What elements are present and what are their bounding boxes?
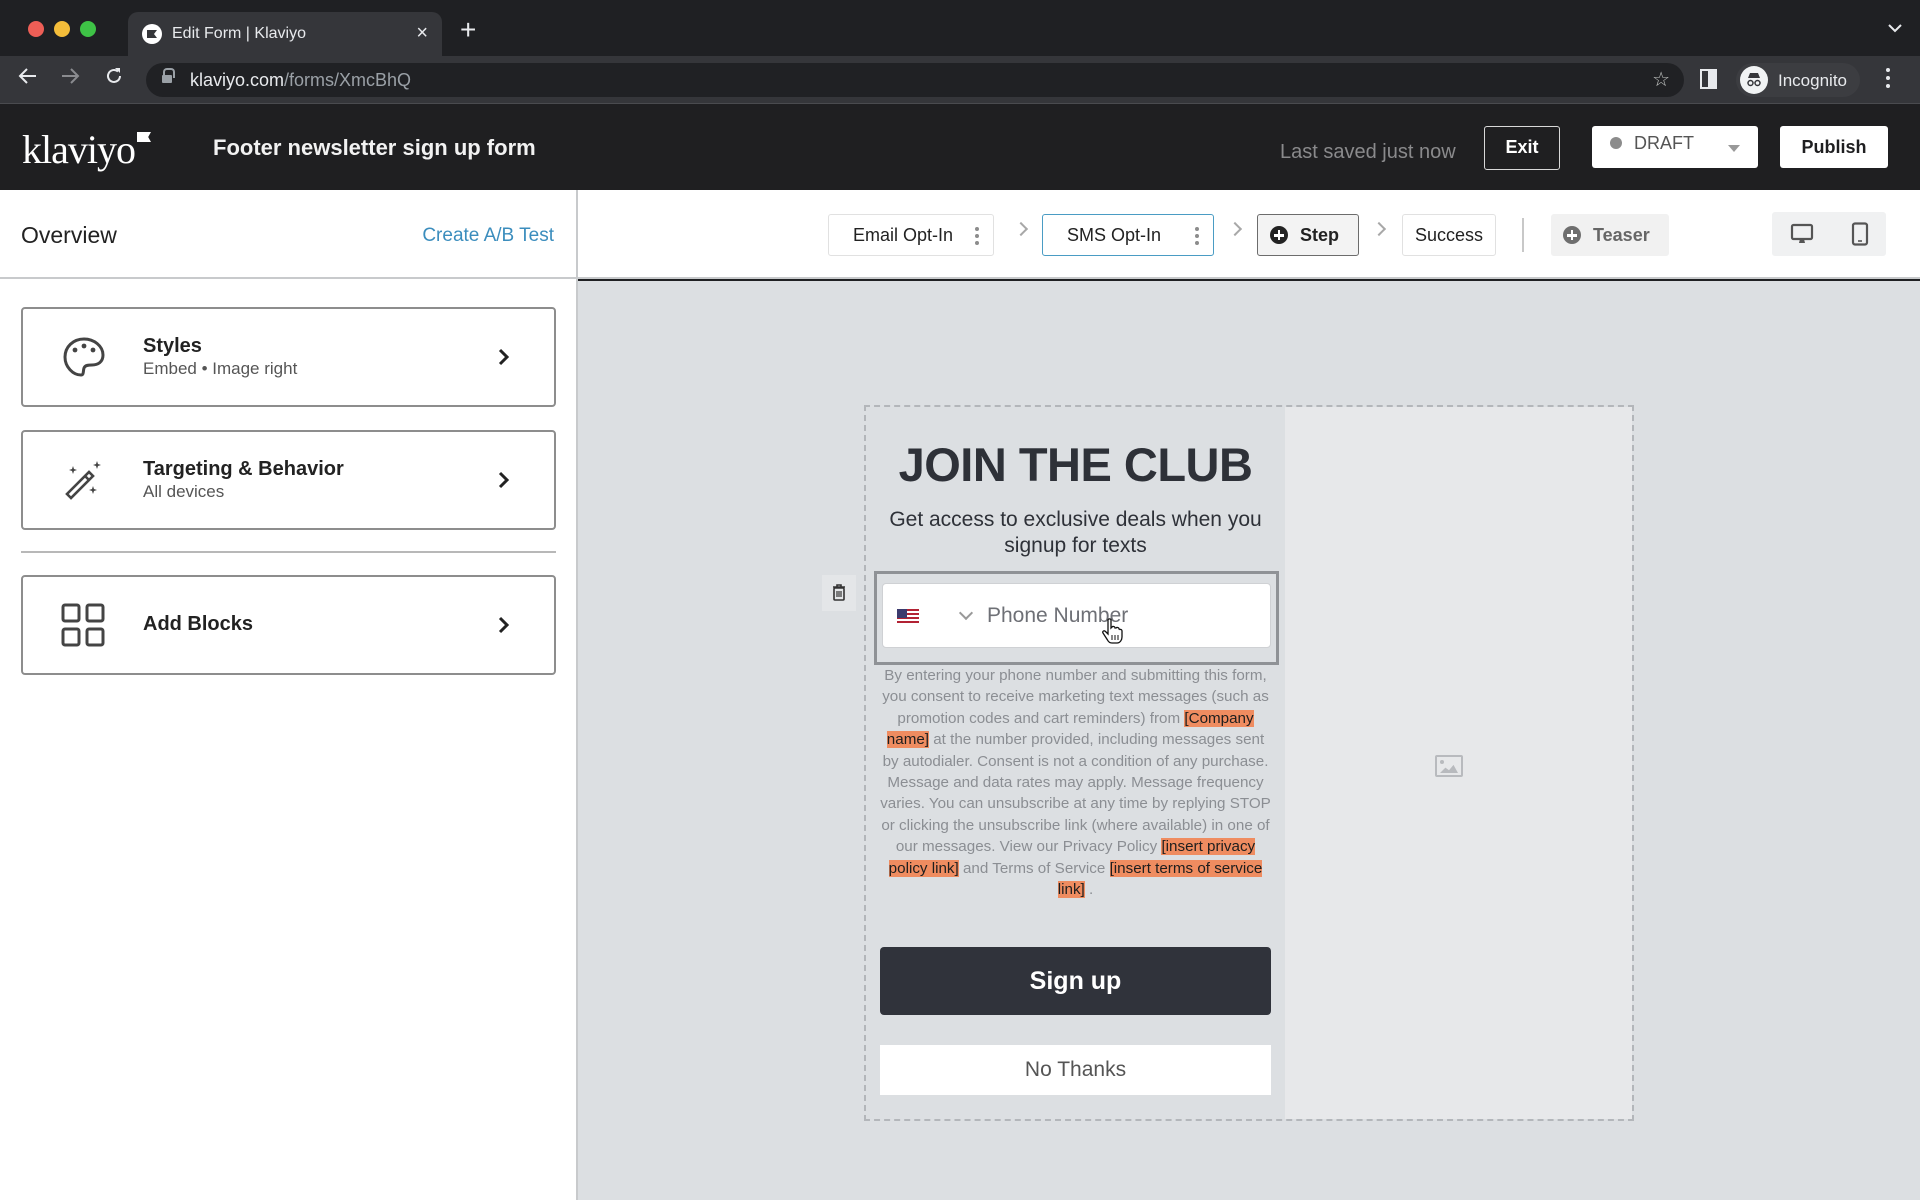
window-minimize-button[interactable] (54, 21, 70, 37)
step-arrow-icon (1013, 221, 1029, 237)
logo-text: klaviyo (22, 127, 136, 172)
step-label: SMS Opt-In (1067, 225, 1162, 245)
publish-button[interactable]: Publish (1780, 126, 1888, 168)
sidebar-divider (21, 551, 556, 553)
incognito-icon (1740, 66, 1768, 94)
plus-circle-icon (1563, 226, 1581, 244)
styles-card-title: Styles (143, 335, 202, 357)
targeting-behavior-card[interactable]: Targeting & Behavior All devices (21, 430, 556, 530)
us-flag-icon (897, 609, 919, 625)
klaviyo-logo[interactable]: klaviyo (22, 126, 151, 173)
step-success[interactable]: Success (1402, 214, 1496, 256)
status-value: DRAFT (1634, 133, 1694, 153)
toolbar-separator (1522, 218, 1524, 252)
bookmark-star-icon[interactable]: ☆ (1652, 67, 1670, 92)
teaser-label: Teaser (1593, 225, 1650, 245)
form-preview-frame: JOIN THE CLUB Get access to exclusive de… (822, 405, 1634, 1121)
palette-icon (63, 337, 105, 377)
tab-close-icon[interactable]: × (416, 22, 428, 45)
forward-arrow-icon[interactable] (60, 66, 80, 92)
styles-card-subtitle: Embed • Image right (143, 359, 298, 378)
form-headline[interactable]: JOIN THE CLUB (866, 437, 1285, 492)
exit-button[interactable]: Exit (1484, 126, 1560, 170)
url-path: /forms/XmcBhQ (284, 70, 412, 90)
new-tab-button[interactable]: + (460, 14, 476, 46)
targeting-card-subtitle: All devices (143, 482, 225, 501)
consent-text-part: and Terms of Service (958, 859, 1110, 877)
step-email-opt-in[interactable]: Email Opt-In (828, 214, 994, 256)
incognito-profile-button[interactable]: Incognito (1736, 63, 1860, 97)
sidebar: Overview Create A/B Test Styles Embed • … (0, 190, 578, 1200)
chevron-right-icon (498, 348, 510, 366)
styles-card[interactable]: Styles Embed • Image right (21, 307, 556, 407)
add-step-button[interactable]: Step (1257, 214, 1359, 256)
form-canvas: JOIN THE CLUB Get access to exclusive de… (578, 281, 1920, 1200)
sms-consent-text[interactable]: By entering your phone number and submit… (880, 665, 1271, 900)
step-label: Success (1414, 225, 1484, 245)
incognito-label: Incognito (1778, 71, 1847, 90)
side-panel-icon[interactable] (1700, 69, 1717, 89)
form-title[interactable]: Footer newsletter sign up form (213, 135, 536, 161)
add-step-label: Step (1300, 225, 1340, 245)
country-chevron-down-icon[interactable] (958, 605, 974, 621)
status-dot-icon (1610, 137, 1622, 149)
status-dropdown[interactable]: DRAFT (1592, 126, 1758, 168)
logo-flag-icon (136, 132, 151, 142)
browser-toolbar: klaviyo.com/forms/XmcBhQ ☆ Incognito (0, 56, 1920, 104)
step-label: Email Opt-In (853, 225, 954, 245)
back-arrow-icon[interactable] (18, 66, 38, 92)
sign-up-button[interactable]: Sign up (880, 947, 1271, 1015)
window-close-button[interactable] (28, 21, 44, 37)
app-header: klaviyo Footer newsletter sign up form L… (0, 104, 1920, 190)
reload-icon[interactable] (104, 66, 124, 92)
lock-icon (162, 68, 175, 85)
add-blocks-card[interactable]: Add Blocks (21, 575, 556, 675)
mobile-icon[interactable] (1850, 222, 1870, 246)
create-ab-test-link[interactable]: Create A/B Test (422, 225, 554, 247)
add-blocks-card-title: Add Blocks (143, 613, 254, 635)
hand-cursor-icon (1102, 618, 1123, 644)
form-image-column[interactable] (1285, 407, 1632, 1119)
no-thanks-button[interactable]: No Thanks (880, 1045, 1271, 1095)
browser-tab[interactable]: Edit Form | Klaviyo × (128, 12, 442, 56)
magic-wand-icon (65, 461, 101, 500)
step-sms-opt-in[interactable]: SMS Opt-In (1042, 214, 1214, 256)
url-text[interactable]: klaviyo.com/forms/XmcBhQ (190, 70, 411, 91)
delete-block-button[interactable] (822, 575, 856, 611)
chevron-right-icon (498, 471, 510, 489)
chevron-right-icon (498, 616, 510, 634)
step-options-icon[interactable] (975, 227, 979, 248)
consent-text-part: . (1084, 881, 1094, 899)
browser-tab-bar: Edit Form | Klaviyo × + (0, 0, 1920, 56)
phone-number-block[interactable]: Phone Number (874, 571, 1279, 665)
form-subheadline[interactable]: Get access to exclusive deals when you s… (880, 507, 1271, 559)
step-arrow-icon (1227, 221, 1243, 237)
desktop-icon[interactable] (1790, 222, 1814, 246)
klaviyo-favicon-icon (142, 24, 162, 44)
sidebar-title: Overview (21, 222, 117, 248)
window-maximize-button[interactable] (80, 21, 96, 37)
trash-icon (833, 584, 845, 601)
browser-menu-icon[interactable] (1886, 68, 1892, 92)
phone-number-input[interactable]: Phone Number (882, 583, 1271, 648)
device-preview-toggle (1772, 212, 1886, 256)
step-options-icon[interactable] (1195, 227, 1199, 248)
add-teaser-button[interactable]: Teaser (1551, 214, 1669, 256)
form-content-column: JOIN THE CLUB Get access to exclusive de… (822, 407, 1285, 1119)
url-domain: klaviyo.com (190, 70, 285, 90)
sidebar-header: Overview Create A/B Test (0, 190, 576, 279)
targeting-card-title: Targeting & Behavior (143, 458, 344, 480)
tab-title: Edit Form | Klaviyo (172, 25, 306, 42)
image-placeholder-icon (1435, 755, 1463, 777)
address-bar[interactable]: klaviyo.com/forms/XmcBhQ ☆ (146, 63, 1684, 97)
caret-down-icon (1728, 145, 1740, 152)
step-toolbar: Email Opt-In SMS Opt-In Step Success Tea… (578, 190, 1920, 279)
plus-circle-icon (1270, 226, 1288, 244)
consent-text-part: at the number provided, including messag… (880, 731, 1271, 856)
last-saved-status: Last saved just now (1280, 141, 1456, 163)
tab-search-chevron-icon[interactable] (1888, 20, 1902, 38)
step-arrow-icon (1371, 221, 1387, 237)
blocks-grid-icon (61, 603, 105, 647)
